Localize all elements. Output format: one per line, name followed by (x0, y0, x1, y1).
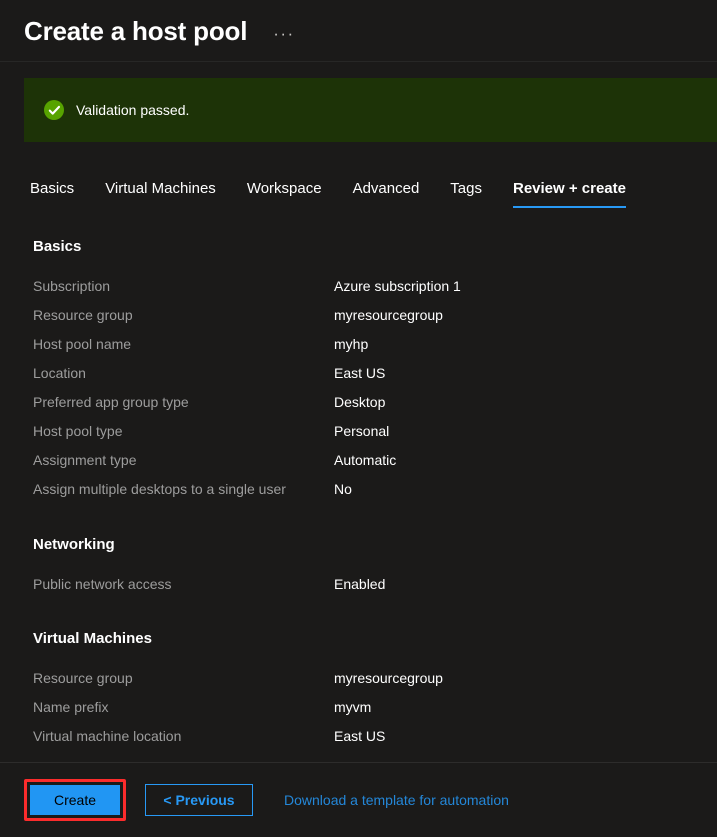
section-virtual-machines: Virtual Machines Resource group myresour… (33, 630, 717, 750)
row-label: Name prefix (33, 698, 109, 715)
section-heading: Networking (33, 536, 115, 553)
table-row: Assignment type Automatic (33, 445, 717, 474)
table-row: Location East US (33, 358, 717, 387)
validation-banner: Validation passed. (24, 78, 717, 142)
row-label: Location (33, 364, 86, 381)
success-check-icon (44, 100, 64, 120)
table-row: Assign multiple desktops to a single use… (33, 474, 717, 503)
section-networking: Networking Public network access Enabled (33, 536, 717, 598)
row-label: Resource group (33, 669, 133, 686)
row-value: Enabled (334, 575, 386, 592)
row-value: myvm (334, 698, 372, 715)
row-value: Desktop (334, 393, 386, 410)
section-basics: Basics Subscription Azure subscription 1… (33, 238, 717, 503)
tab-workspace[interactable]: Workspace (247, 180, 322, 208)
table-row: Host pool name myhp (33, 329, 717, 358)
table-row: Preferred app group type Desktop (33, 387, 717, 416)
row-label: Assign multiple desktops to a single use… (33, 480, 286, 497)
row-label: Virtual machine location (33, 727, 182, 744)
section-rows: Subscription Azure subscription 1 Resour… (33, 271, 717, 503)
table-row: Host pool type Personal (33, 416, 717, 445)
wizard-footer: Create < Previous Download a template fo… (0, 762, 717, 837)
row-value: Azure subscription 1 (334, 277, 461, 294)
tab-virtual-machines[interactable]: Virtual Machines (105, 180, 216, 208)
row-value: No (334, 480, 352, 497)
row-label: Host pool name (33, 335, 132, 352)
row-label: Public network access (33, 575, 172, 592)
previous-button[interactable]: < Previous (145, 784, 253, 816)
validation-banner-text: Validation passed. (76, 102, 190, 118)
tab-review-create[interactable]: Review + create (512, 180, 626, 208)
row-value: myresourcegroup (334, 306, 443, 323)
row-value: East US (334, 727, 386, 744)
section-heading: Virtual Machines (33, 630, 152, 647)
row-value: East US (334, 364, 386, 381)
row-value: Personal (334, 422, 390, 439)
tab-advanced[interactable]: Advanced (353, 180, 420, 208)
section-heading: Basics (33, 238, 82, 255)
row-label: Assignment type (33, 451, 137, 468)
table-row: Virtual machine location East US (33, 721, 717, 750)
row-value: myhp (334, 335, 369, 352)
table-row: Resource group myresourcegroup (33, 300, 717, 329)
tab-basics[interactable]: Basics (30, 180, 74, 208)
create-button-highlight: Create (24, 779, 126, 821)
section-rows: Resource group myresourcegroup Name pref… (33, 663, 717, 750)
page-header: Create a host pool ··· (0, 0, 717, 62)
table-row: Name prefix myvm (33, 692, 717, 721)
review-content: Basics Subscription Azure subscription 1… (0, 238, 717, 750)
row-label: Resource group (33, 306, 133, 323)
section-rows: Public network access Enabled (33, 569, 717, 598)
table-row: Subscription Azure subscription 1 (33, 271, 717, 300)
row-label: Preferred app group type (33, 393, 189, 410)
row-value: myresourcegroup (334, 669, 443, 686)
wizard-tabs: Basics Virtual Machines Workspace Advanc… (0, 170, 717, 208)
table-row: Resource group myresourcegroup (33, 663, 717, 692)
row-label: Subscription (33, 277, 111, 294)
table-row: Public network access Enabled (33, 569, 717, 598)
more-options-icon[interactable]: ··· (271, 21, 296, 46)
row-value: Automatic (334, 451, 397, 468)
row-label: Host pool type (33, 422, 123, 439)
download-template-link[interactable]: Download a template for automation (284, 792, 509, 808)
create-button[interactable]: Create (30, 785, 120, 815)
tab-tags[interactable]: Tags (450, 180, 482, 208)
page-title: Create a host pool (24, 15, 248, 46)
